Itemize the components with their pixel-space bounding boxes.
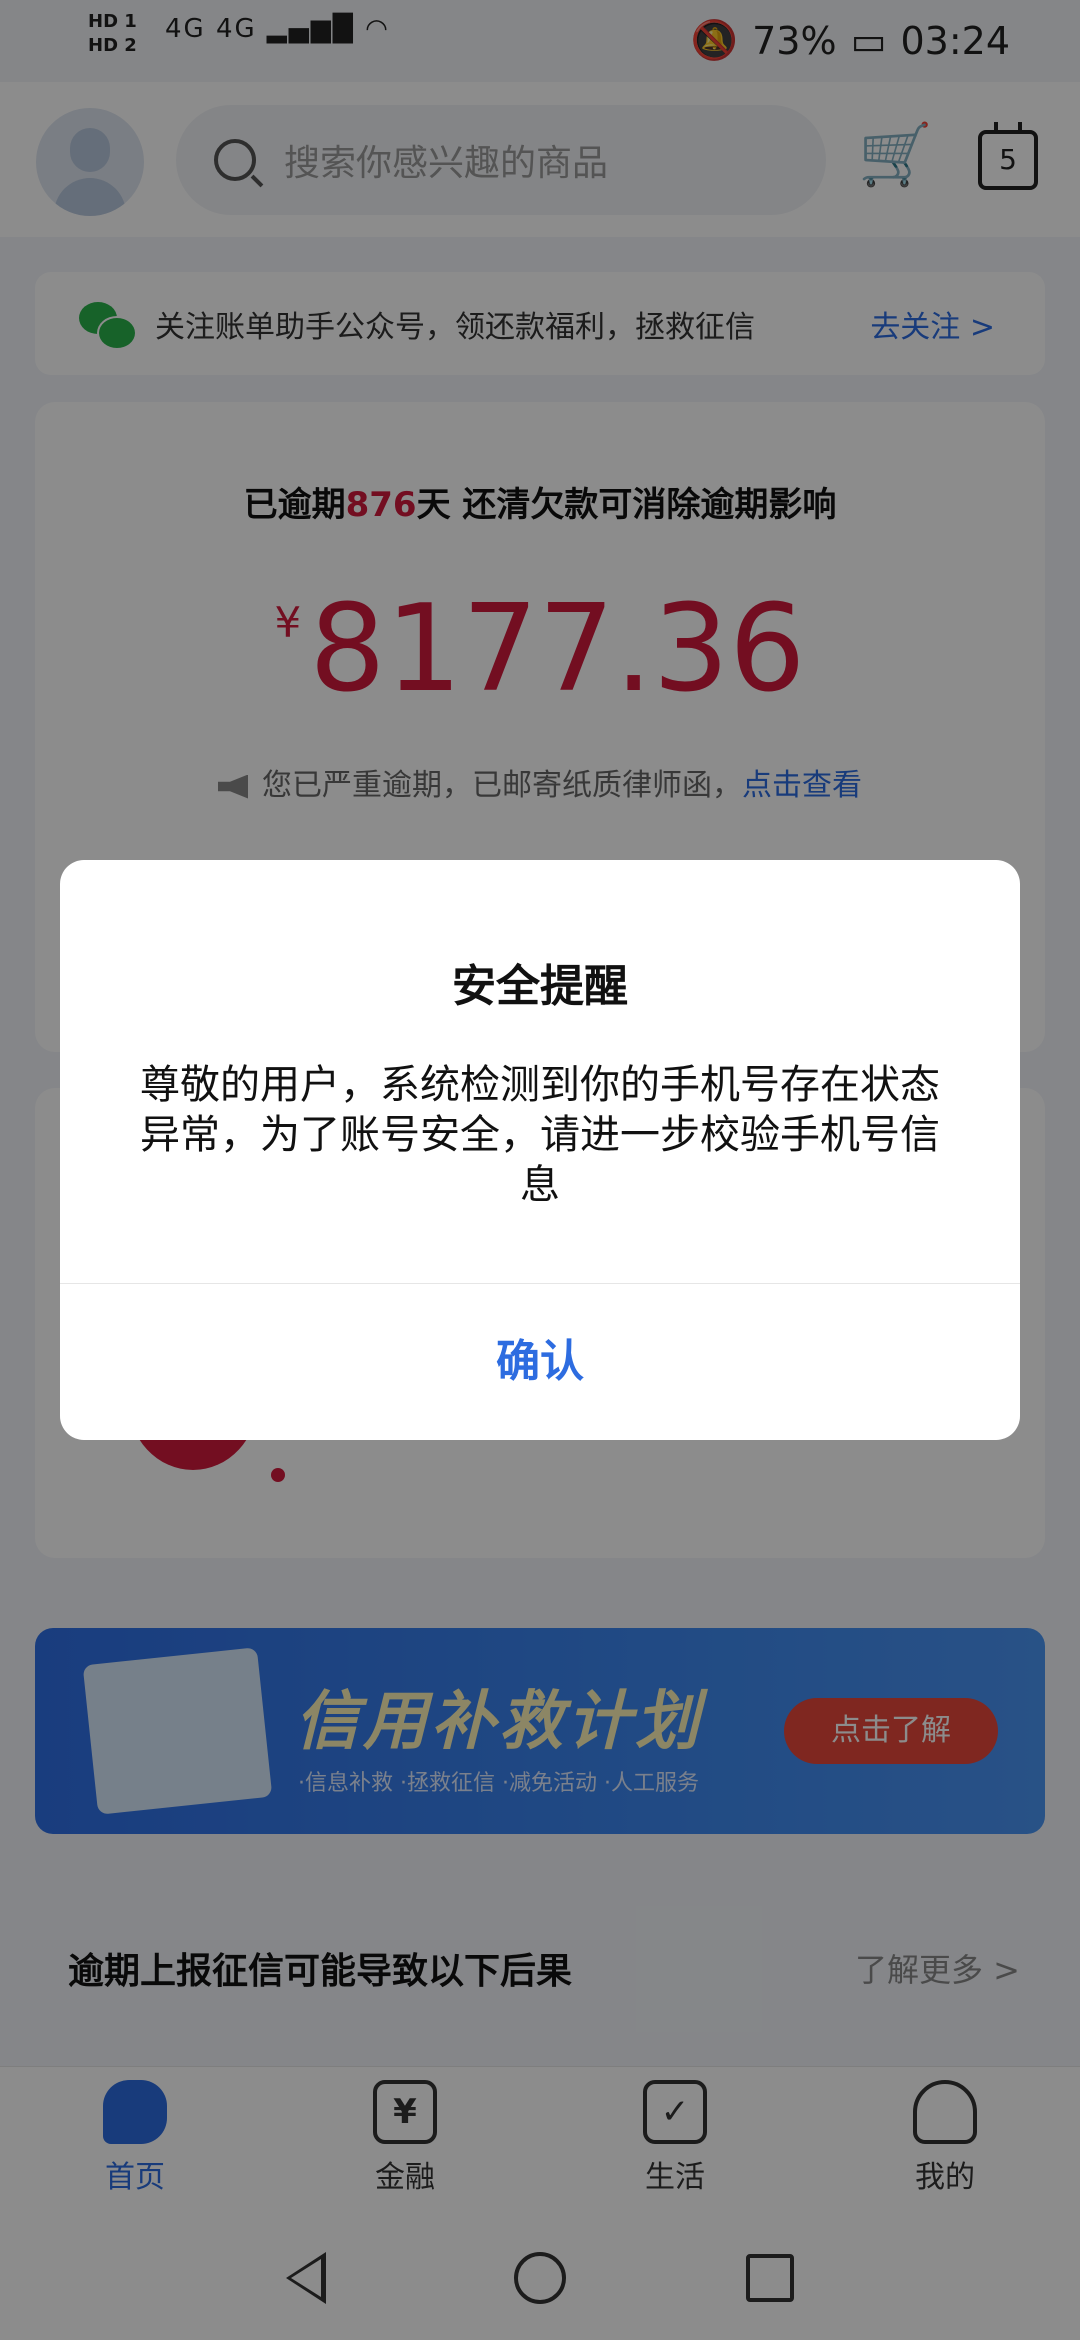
- dialog-message: 尊敬的用户，系统检测到你的手机号存在状态异常，为了账号安全，请进一步校验手机号信…: [140, 1062, 940, 1208]
- dialog-title: 安全提醒: [452, 961, 628, 1012]
- confirm-button[interactable]: 确认: [60, 1284, 1020, 1440]
